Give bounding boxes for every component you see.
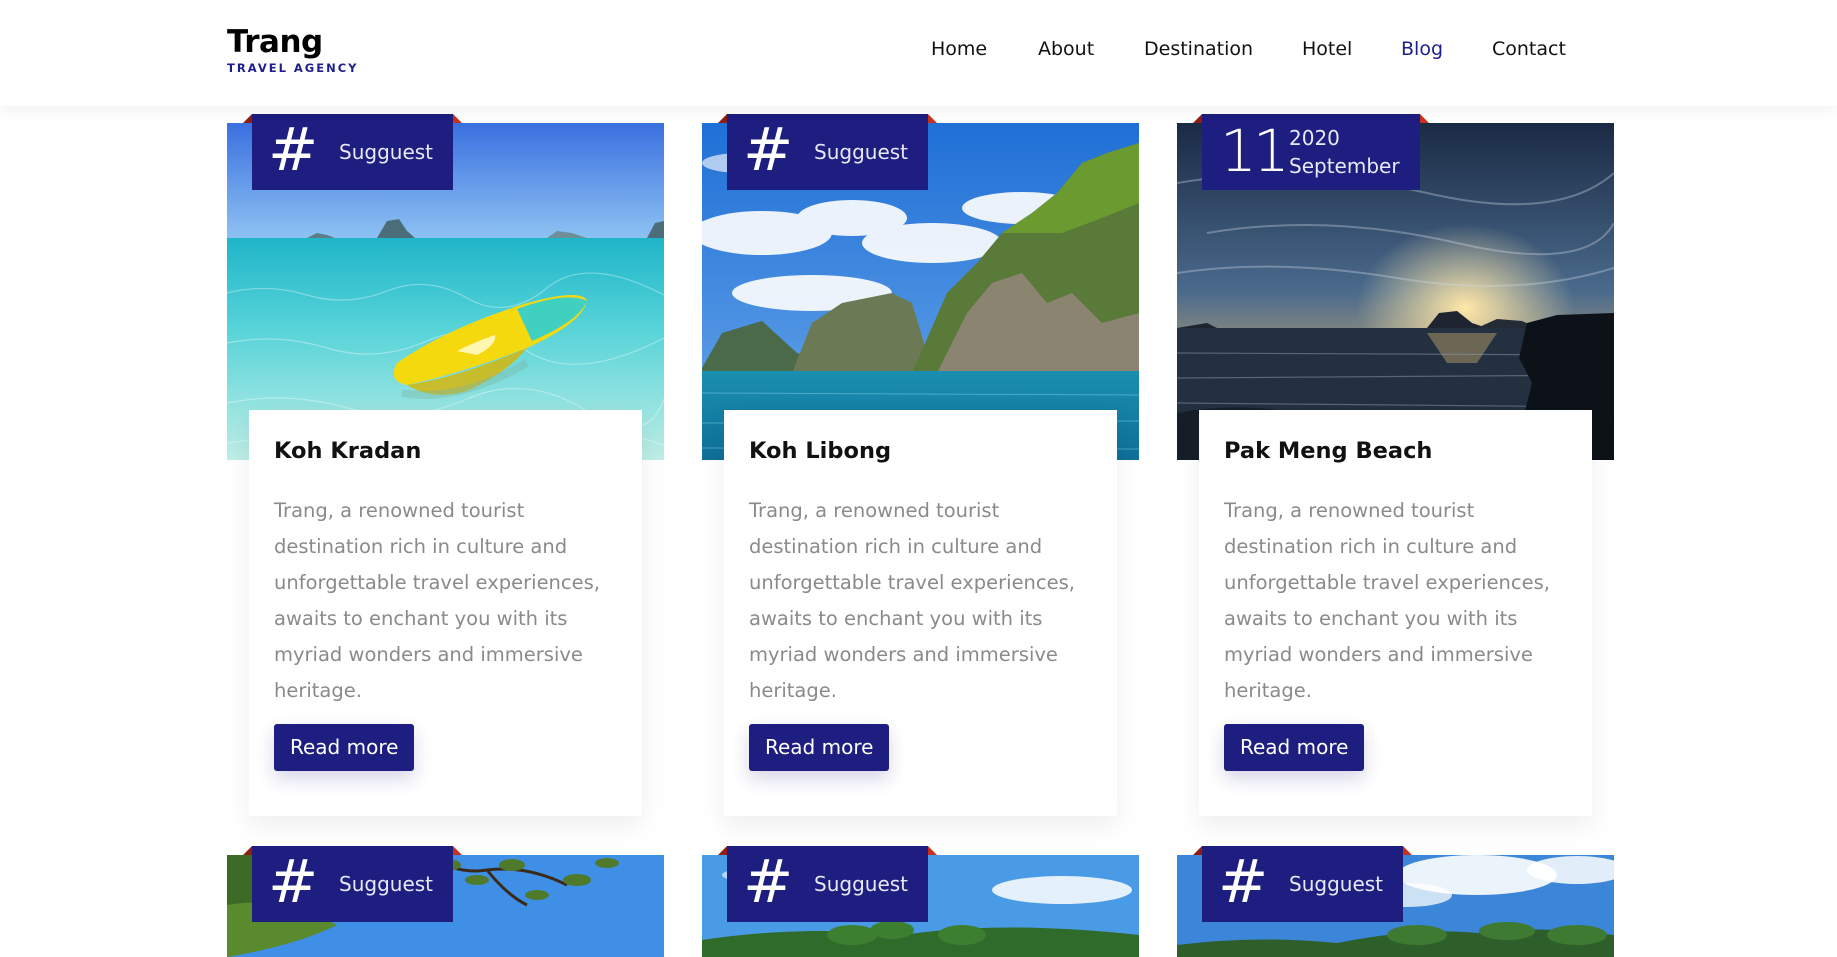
hashtag-icon: # — [268, 115, 319, 185]
card-body: Koh Libong Trang, a renowned tourist des… — [724, 410, 1117, 816]
page: Trang TRAVEL AGENCY Home About Destinati… — [0, 0, 1837, 957]
tag-fold — [243, 846, 252, 855]
nav-destination[interactable]: Destination — [1144, 38, 1253, 60]
card-date-tag: 11 2020 September — [1193, 114, 1429, 190]
nav-contact[interactable]: Contact — [1492, 38, 1566, 60]
card-tag-suggest: # Sugguest — [243, 846, 462, 922]
nav-hotel[interactable]: Hotel — [1302, 38, 1352, 60]
tag-fold — [1420, 114, 1429, 123]
logo-tagline: TRAVEL AGENCY — [227, 61, 359, 75]
tag-fold — [718, 846, 727, 855]
tag-fold — [243, 114, 252, 123]
tag-fold — [928, 114, 937, 123]
tag-fold — [1403, 846, 1412, 855]
nav-about[interactable]: About — [1038, 38, 1094, 60]
card-description: Trang, a renowned tourist destination ri… — [749, 499, 1075, 702]
date-year: 2020 — [1289, 126, 1340, 150]
card-title[interactable]: Koh Libong — [749, 438, 891, 464]
main-nav: Home About Destination Hotel Blog Contac… — [0, 38, 1837, 62]
tag-label: Sugguest — [814, 872, 909, 896]
hashtag-icon: # — [268, 847, 319, 917]
card-body: Pak Meng Beach Trang, a renowned tourist… — [1199, 410, 1592, 816]
tag-label: Sugguest — [814, 140, 909, 164]
tag-fold — [453, 114, 462, 123]
card-body: Koh Kradan Trang, a renowned tourist des… — [249, 410, 642, 816]
tag-fold — [1193, 114, 1202, 123]
card-title[interactable]: Koh Kradan — [274, 438, 421, 464]
site-header: Trang TRAVEL AGENCY Home About Destinati… — [0, 0, 1837, 106]
tag-fold — [928, 846, 937, 855]
card-tag-suggest: # Sugguest — [1193, 846, 1412, 922]
nav-home[interactable]: Home — [931, 38, 987, 60]
card-tag-suggest: # Sugguest — [243, 114, 462, 190]
tag-label: Sugguest — [339, 872, 434, 896]
date-month: September — [1289, 154, 1400, 178]
tag-label: Sugguest — [1289, 872, 1384, 896]
hashtag-icon: # — [1218, 847, 1269, 917]
card-title[interactable]: Pak Meng Beach — [1224, 438, 1432, 464]
date-day: 11 — [1220, 117, 1290, 185]
nav-blog[interactable]: Blog — [1401, 38, 1443, 60]
tag-label: Sugguest — [339, 140, 434, 164]
card-description: Trang, a renowned tourist destination ri… — [1224, 499, 1550, 702]
card-tag-suggest: # Sugguest — [718, 114, 937, 190]
read-more-button[interactable]: Read more — [274, 724, 415, 771]
tag-fold — [1193, 846, 1202, 855]
card-tag-suggest: # Sugguest — [718, 846, 937, 922]
read-more-button[interactable]: Read more — [749, 724, 890, 771]
tag-fold — [453, 846, 462, 855]
read-more-button[interactable]: Read more — [1224, 724, 1365, 771]
hashtag-icon: # — [743, 847, 794, 917]
tag-fold — [718, 114, 727, 123]
card-description: Trang, a renowned tourist destination ri… — [274, 499, 600, 702]
hashtag-icon: # — [743, 115, 794, 185]
